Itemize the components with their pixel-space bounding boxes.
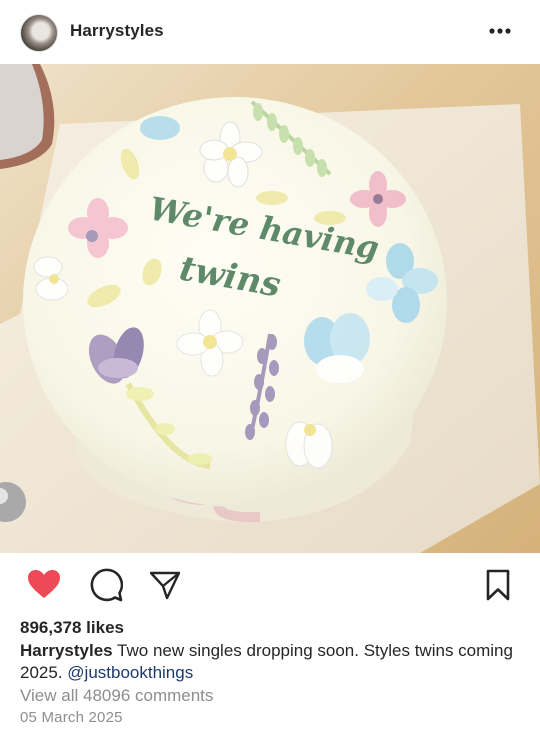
save-button[interactable] <box>482 567 514 603</box>
more-options-button[interactable] <box>486 18 514 44</box>
caption-username[interactable]: Harrystyles <box>20 641 113 660</box>
cake-illustration: We're having twins <box>0 64 540 553</box>
post-username[interactable]: Harrystyles <box>70 21 164 41</box>
post-caption: Harrystyles Two new singles dropping soo… <box>20 640 525 684</box>
share-button[interactable] <box>147 568 183 602</box>
caption-mention[interactable]: @justbookthings <box>67 663 193 682</box>
avatar[interactable] <box>20 14 58 52</box>
comment-icon <box>90 568 123 602</box>
like-button[interactable] <box>24 567 64 601</box>
post-date: 05 March 2025 <box>20 709 123 726</box>
post-photo[interactable]: We're having twins <box>0 64 540 553</box>
like-count[interactable]: 896,378 likes <box>20 618 124 638</box>
more-icon <box>489 28 511 34</box>
view-comments-link[interactable]: View all 48096 comments <box>20 686 213 706</box>
post-actions <box>0 553 540 615</box>
bookmark-icon <box>486 569 510 601</box>
heart-icon <box>28 570 60 598</box>
post-header: Harrystyles <box>0 0 540 64</box>
share-icon <box>149 571 181 600</box>
comment-button[interactable] <box>87 567 125 603</box>
